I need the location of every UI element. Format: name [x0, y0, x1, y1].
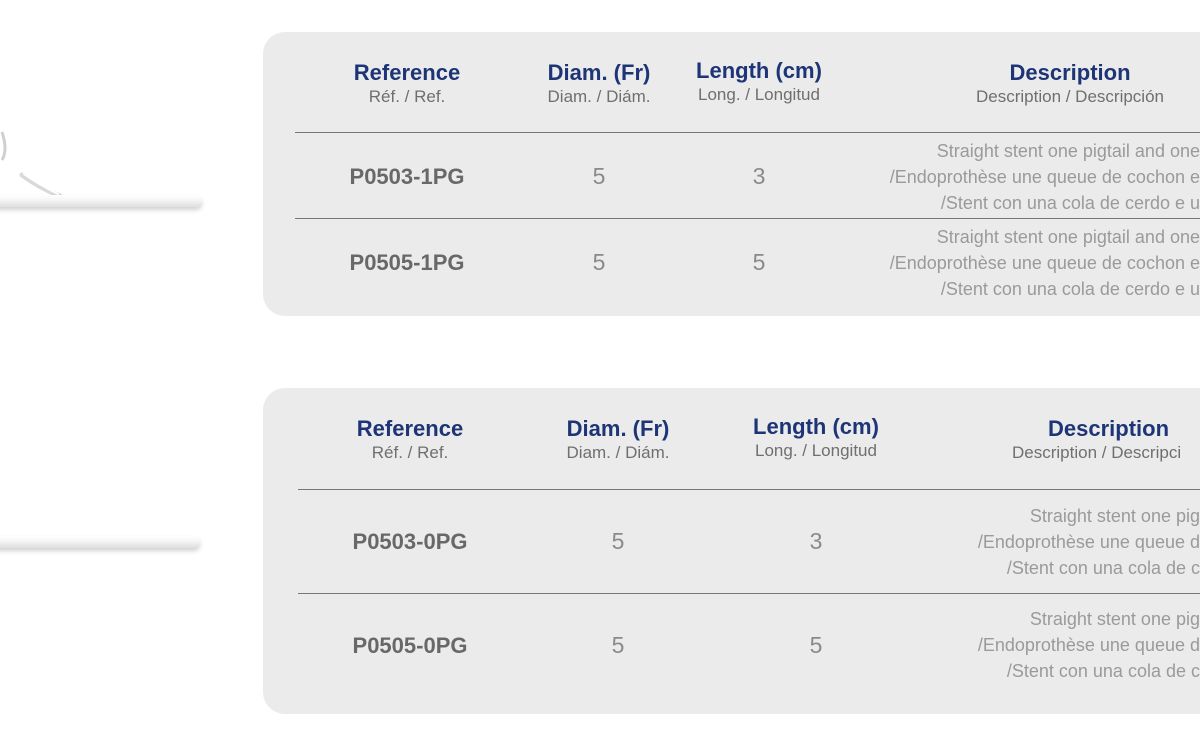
row-length: 5 [809, 632, 823, 658]
description-line-fr: /Endoprothèse une queue de cochon e [889, 253, 1200, 273]
header-reference-subtitle: Réf. / Ref. [368, 87, 446, 106]
row-diameter: 5 [592, 249, 606, 275]
description-line-en: Straight stent one pigtail and one [936, 141, 1200, 161]
row-description: Straight stent one pig /Endoprothèse une… [978, 606, 1200, 684]
row-length: 5 [752, 249, 766, 275]
description-line-es: /Stent con una cola de cerdo e u [940, 193, 1200, 213]
row-diameter: 5 [611, 528, 625, 554]
header-description-subtitle: Description / Descripci [1012, 443, 1182, 462]
header-description-subtitle: Description / Descripción [975, 87, 1164, 106]
header-length: Length (cm) Long. / Longitud [706, 414, 926, 462]
description-line-es: /Stent con una cola de c [1006, 661, 1200, 681]
header-diameter-subtitle: Diam. / Diám. [566, 443, 670, 462]
row-divider [295, 218, 1200, 219]
header-length: Length (cm) Long. / Longitud [649, 58, 869, 106]
row-divider [298, 593, 1200, 594]
header-reference-title: Reference [353, 60, 461, 85]
header-length-title: Length (cm) [753, 414, 879, 439]
header-description-title: Description [1009, 60, 1131, 85]
pigtail-stent-image [0, 195, 202, 207]
straight-stent-image [0, 536, 200, 548]
header-reference-title: Reference [356, 416, 464, 441]
header-description: Description Description / Descripción [920, 60, 1200, 108]
header-reference: Reference Réf. / Ref. [297, 60, 517, 108]
row-description: Straight stent one pigtail and one /Endo… [890, 138, 1200, 216]
header-divider [295, 132, 1200, 133]
description-line-es: /Stent con una cola de c [1006, 558, 1200, 578]
header-reference-subtitle: Réf. / Ref. [371, 443, 449, 462]
header-divider [298, 489, 1200, 490]
row-description: Straight stent one pig /Endoprothèse une… [978, 503, 1200, 581]
description-line-fr: /Endoprothèse une queue d [977, 635, 1200, 655]
header-length-title: Length (cm) [696, 58, 822, 83]
description-line-en: Straight stent one pigtail and one [936, 227, 1200, 247]
header-length-subtitle: Long. / Longitud [698, 85, 820, 104]
row-length: 3 [752, 163, 766, 189]
row-length: 3 [809, 528, 823, 554]
description-line-en: Straight stent one pig [1029, 506, 1200, 526]
header-length-subtitle: Long. / Longitud [755, 441, 877, 460]
description-line-es: /Stent con una cola de cerdo e u [940, 279, 1200, 299]
description-line-fr: /Endoprothèse une queue de cochon e [889, 167, 1200, 187]
row-reference: P0505-0PG [352, 633, 468, 658]
row-diameter: 5 [611, 632, 625, 658]
row-reference: P0503-1PG [349, 164, 465, 189]
row-reference: P0503-0PG [352, 529, 468, 554]
description-line-fr: /Endoprothèse une queue d [977, 532, 1200, 552]
product-catalog-page: Reference Réf. / Ref. Diam. (Fr) Diam. /… [0, 0, 1200, 749]
header-reference: Reference Réf. / Ref. [300, 416, 520, 464]
header-description: Description Description / Descripci [1012, 416, 1200, 464]
product-table-2: Reference Réf. / Ref. Diam. (Fr) Diam. /… [263, 388, 1200, 714]
row-description: Straight stent one pigtail and one /Endo… [890, 224, 1200, 302]
header-diameter: Diam. (Fr) Diam. / Diám. [518, 416, 718, 464]
header-description-title: Description [1048, 416, 1170, 441]
product-table-1: Reference Réf. / Ref. Diam. (Fr) Diam. /… [263, 32, 1200, 316]
row-diameter: 5 [592, 163, 606, 189]
row-reference: P0505-1PG [349, 250, 465, 275]
header-diameter-title: Diam. (Fr) [566, 416, 670, 441]
description-line-en: Straight stent one pig [1029, 609, 1200, 629]
